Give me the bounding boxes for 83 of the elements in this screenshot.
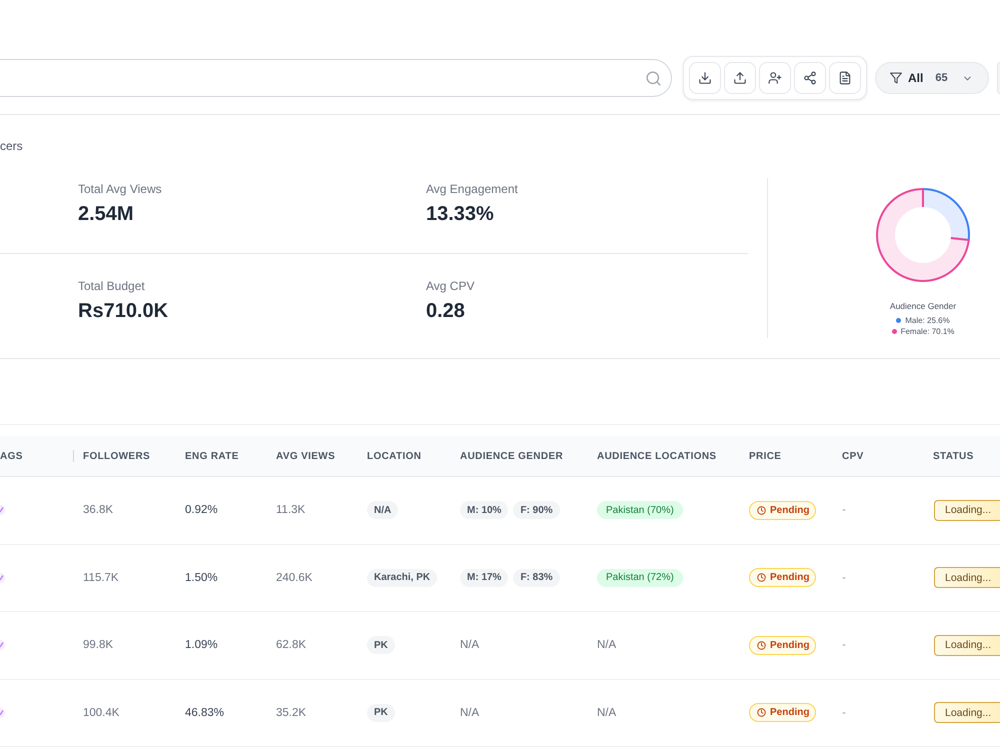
filter-icon [890, 72, 902, 84]
cpv-value: - [842, 706, 846, 719]
stat-label: Total Budget [78, 279, 145, 293]
check-icon [0, 505, 5, 516]
stat-label: Avg CPV [426, 279, 474, 293]
download-button[interactable] [689, 62, 721, 94]
check-icon [0, 708, 5, 718]
avg-views-value: 62.8K [276, 639, 306, 652]
stat-value: 13.33% [426, 202, 494, 226]
location-chip: PK [367, 636, 395, 654]
clock-icon [757, 506, 766, 515]
document-icon [838, 71, 852, 85]
column-header: STATUS [933, 450, 974, 462]
price-status-label: Pending [770, 504, 810, 516]
stat-value: Rs710.0K [78, 299, 168, 323]
column-header: PRICE [749, 450, 782, 462]
column-header: FOLLOWERS [83, 450, 150, 462]
column-header: AGS [0, 450, 23, 462]
engagement-rate-value: 1.50% [185, 572, 218, 584]
followers-value: 36.8K [83, 504, 114, 516]
column-header: AUDIENCE LOCATIONS [597, 450, 716, 462]
search-field[interactable] [0, 59, 672, 97]
download-icon [698, 71, 712, 85]
engagement-rate-value: 1.09% [185, 639, 218, 652]
status-button[interactable]: Loading... [934, 702, 1000, 724]
chart-title: Audience Gender [890, 301, 956, 312]
audience-gender-text: N/A [460, 706, 480, 719]
legend-label: Male: 25.6% [905, 315, 950, 326]
avg-views-value: 240.6K [276, 572, 312, 584]
clock-icon [757, 640, 766, 650]
cpv-value: - [842, 639, 846, 652]
legend-label: Female: 70.1% [900, 326, 954, 337]
column-header: CPV [842, 450, 864, 462]
column-header: LOCATION [367, 450, 422, 462]
column-header: AUDIENCE GENDER [460, 450, 564, 462]
status-button[interactable]: Loading... [934, 634, 1000, 656]
filter-count: 65 [935, 72, 948, 84]
audience-locations-text: N/A [597, 639, 616, 652]
stat-value: 2.54M [78, 202, 134, 226]
stat-value: 0.28 [426, 299, 465, 323]
gender-chip: F: 83% [513, 568, 560, 587]
status-button[interactable]: Loading... [934, 567, 1000, 588]
engagement-rate-value: 46.83% [185, 706, 224, 719]
location-chip: Karachi, PK [367, 568, 438, 587]
avg-views-value: 35.2K [276, 706, 306, 719]
audience-gender-text: N/A [460, 639, 480, 652]
gender-chip: F: 90% [513, 501, 560, 520]
engagement-rate-value: 0.92% [185, 504, 218, 516]
user-plus-icon [768, 71, 782, 85]
stat-label: Total Avg Views [78, 182, 162, 196]
location-chip: N/A [367, 501, 398, 520]
search-icon [645, 70, 662, 86]
price-status-label: Pending [770, 640, 810, 651]
upload-icon [733, 71, 747, 85]
share-button[interactable] [794, 62, 826, 94]
audience-locations-text: N/A [597, 706, 616, 719]
section-title: cers [0, 139, 23, 153]
location-chip: PK [367, 704, 395, 722]
stat-label: Avg Engagement [426, 182, 518, 196]
followers-value: 100.4K [83, 706, 120, 719]
cpv-value: - [842, 504, 846, 516]
clock-icon [757, 573, 766, 582]
clock-icon [757, 708, 766, 718]
add-user-button[interactable] [759, 62, 791, 94]
price-status-label: Pending [770, 572, 810, 584]
column-header: AVG VIEWS [276, 450, 336, 462]
gender-chip: M: 10% [460, 501, 508, 520]
status-button[interactable]: Loading... [934, 500, 1000, 521]
audience-location-chip: Pakistan (70%) [597, 501, 683, 520]
avg-views-value: 11.3K [276, 504, 306, 516]
document-button[interactable] [829, 62, 861, 94]
share-icon [803, 71, 817, 85]
audience-location-chip: Pakistan (72%) [597, 568, 683, 587]
cpv-value: - [842, 572, 846, 584]
column-header: ENG RATE [185, 450, 239, 462]
check-icon [0, 572, 5, 583]
followers-value: 115.7K [83, 572, 119, 584]
price-status-label: Pending [770, 707, 810, 718]
check-icon [0, 640, 5, 650]
upload-button[interactable] [724, 62, 756, 94]
gender-chip: M: 17% [460, 568, 508, 587]
filter-button[interactable]: All 65 [875, 62, 989, 94]
followers-value: 99.8K [83, 639, 114, 652]
